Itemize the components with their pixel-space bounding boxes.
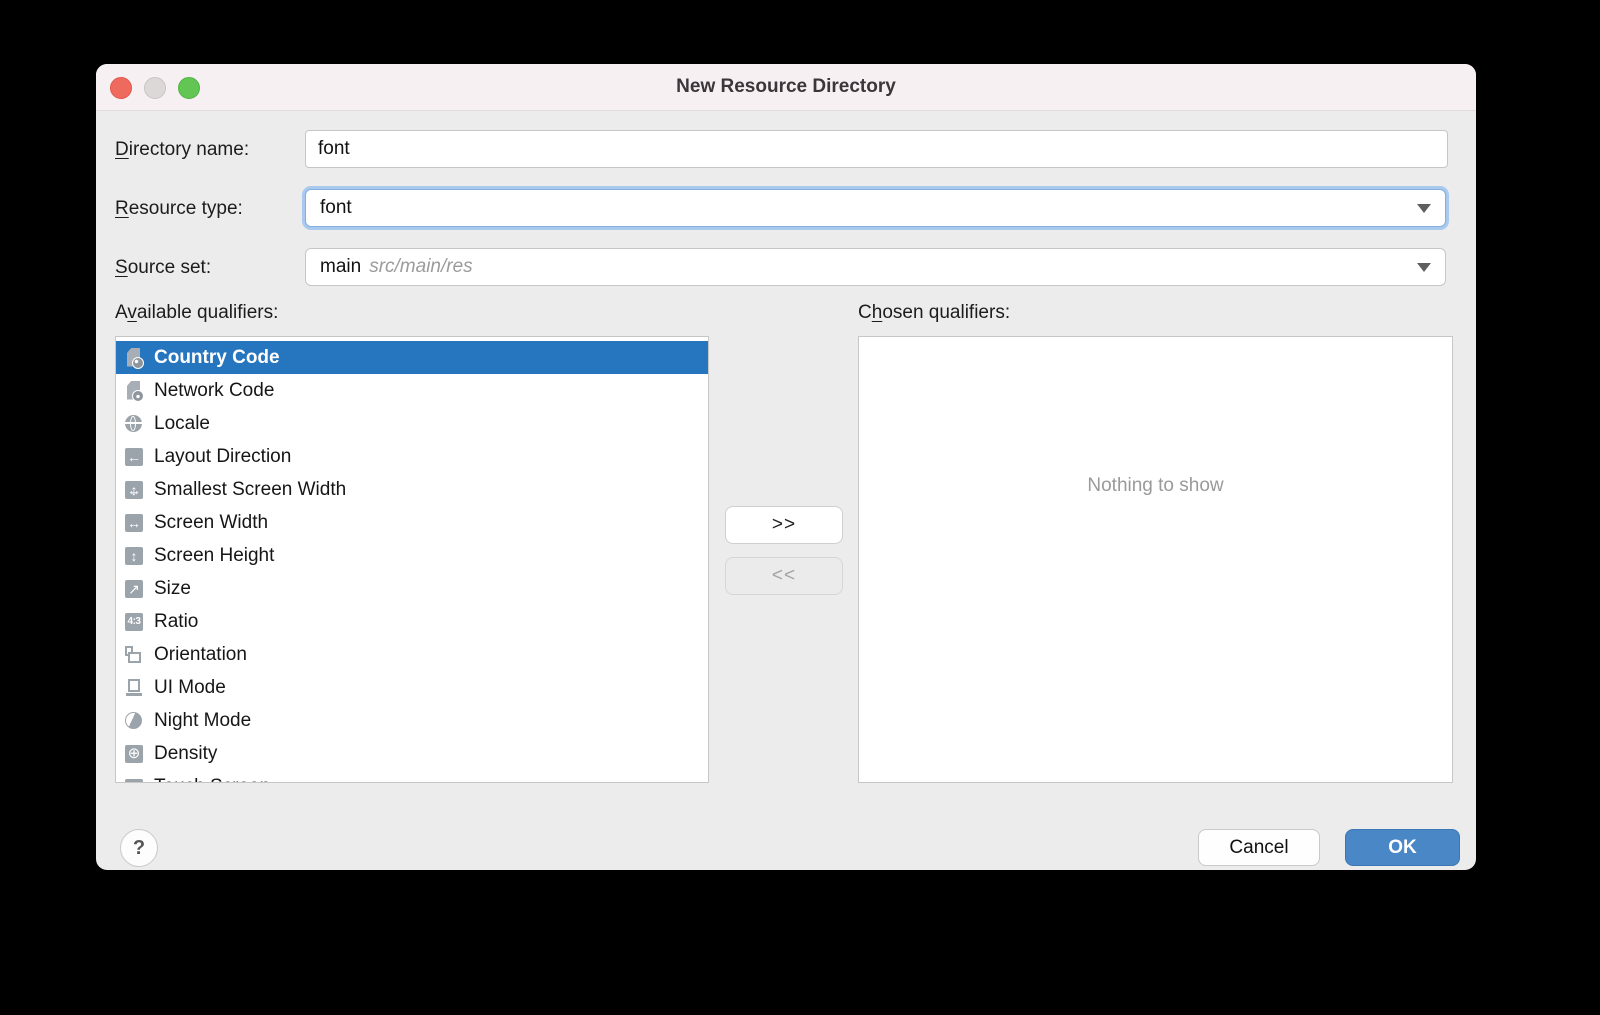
new-resource-directory-dialog: New Resource Directory Directory name: R… [96, 64, 1476, 870]
available-qualifiers-list[interactable]: Country Code Network Code Locale ← Layout Di… [115, 336, 709, 783]
qualifier-label: Smallest Screen Width [154, 479, 346, 501]
question-mark-icon: ? [133, 837, 145, 860]
qualifier-row[interactable]: 4:3 Ratio [116, 605, 708, 638]
qualifier-row[interactable]: Locale [116, 407, 708, 440]
qualifier-row[interactable]: ← Layout Direction [116, 440, 708, 473]
qualifier-label: Orientation [154, 644, 247, 666]
qualifier-row[interactable]: Night Mode [116, 704, 708, 737]
night-mode-icon [123, 710, 145, 732]
cancel-button[interactable]: Cancel [1198, 829, 1320, 866]
qualifier-label: UI Mode [154, 677, 226, 699]
qualifier-label: Touch Screen [154, 776, 270, 784]
qualifier-label: Network Code [154, 380, 274, 402]
titlebar[interactable]: New Resource Directory [96, 64, 1476, 111]
chosen-qualifiers-label: Chosen qualifiers: [858, 302, 1010, 324]
directory-name-label: Directory name: [115, 139, 249, 161]
size-icon: ↗ [123, 578, 145, 600]
layout-direction-icon: ← [123, 446, 145, 468]
orientation-icon [123, 644, 145, 666]
qualifier-row[interactable]: ⊕ Density [116, 737, 708, 770]
source-set-label: Source set: [115, 257, 211, 279]
qualifier-row[interactable]: Network Code [116, 374, 708, 407]
qualifier-label: Country Code [154, 347, 280, 369]
dialog-title: New Resource Directory [96, 64, 1476, 110]
screen-height-icon: ↕ [123, 545, 145, 567]
chosen-qualifiers-panel[interactable]: Nothing to show [858, 336, 1453, 783]
touch-screen-icon [123, 777, 145, 784]
locale-icon [123, 413, 145, 435]
source-set-path-hint: src/main/res [369, 256, 472, 278]
qualifier-label: Screen Width [154, 512, 268, 534]
qualifier-row[interactable]: Orientation [116, 638, 708, 671]
qualifier-label: Layout Direction [154, 446, 291, 468]
qualifier-row[interactable]: Country Code [116, 341, 708, 374]
qualifier-label: Night Mode [154, 710, 251, 732]
qualifier-label: Ratio [154, 611, 198, 633]
ratio-icon: 4:3 [123, 611, 145, 633]
remove-qualifier-button: << [725, 557, 843, 595]
qualifier-row[interactable]: UI Mode [116, 671, 708, 704]
help-button[interactable]: ? [120, 829, 158, 867]
qualifier-label: Screen Height [154, 545, 274, 567]
chevron-down-icon [1417, 204, 1431, 213]
network-code-icon [123, 380, 145, 402]
directory-name-input[interactable] [305, 130, 1448, 168]
empty-state-text: Nothing to show [859, 475, 1452, 497]
qualifier-row[interactable]: ↗ Size [116, 572, 708, 605]
source-set-value: main [320, 256, 361, 278]
available-qualifiers-label: Available qualifiers: [115, 302, 278, 324]
qualifier-label: Size [154, 578, 191, 600]
qualifier-row[interactable]: ↔ Screen Width [116, 506, 708, 539]
density-icon: ⊕ [123, 743, 145, 765]
resource-type-select[interactable]: font [305, 189, 1446, 227]
screen-width-icon: ↔ [123, 512, 145, 534]
qualifier-row[interactable]: ↔↕ Smallest Screen Width [116, 473, 708, 506]
ui-mode-icon [123, 677, 145, 699]
ok-button[interactable]: OK [1345, 829, 1460, 866]
add-qualifier-button[interactable]: >> [725, 506, 843, 544]
chevron-down-icon [1417, 263, 1431, 272]
qualifier-label: Density [154, 743, 217, 765]
qualifier-label: Locale [154, 413, 210, 435]
resource-type-label: Resource type: [115, 198, 243, 220]
country-code-icon [123, 347, 145, 369]
qualifier-row[interactable]: Touch Screen [116, 770, 708, 783]
source-set-select[interactable]: main src/main/res [305, 248, 1446, 286]
desktop: { "window": { "title": "New Resource Dir… [0, 0, 1600, 1015]
smallest-screen-width-icon: ↔↕ [123, 479, 145, 501]
resource-type-value: font [320, 197, 352, 219]
qualifier-row[interactable]: ↕ Screen Height [116, 539, 708, 572]
